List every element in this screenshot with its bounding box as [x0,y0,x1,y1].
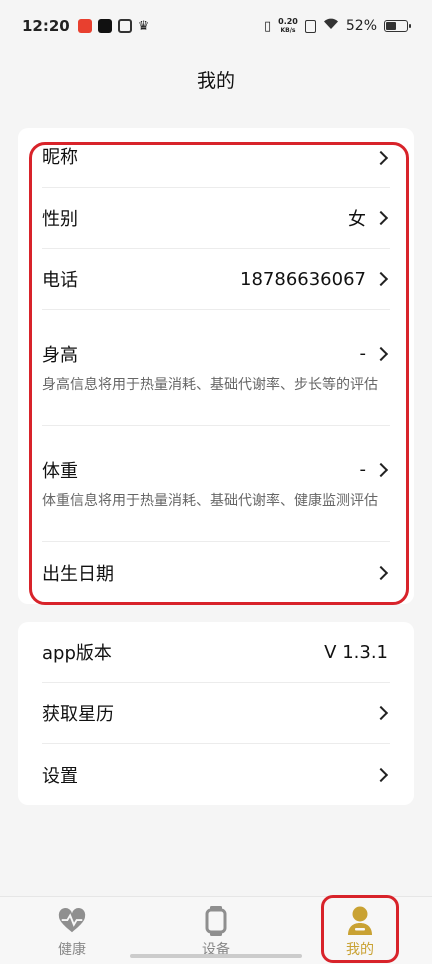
user-icon [346,906,374,935]
nav-label-mine: 我的 [346,942,374,958]
home-indicator [130,954,302,958]
chevron-right-icon [373,462,389,477]
nav-label-health: 健康 [58,942,86,958]
calendar-label: 获取星历 [42,704,114,725]
chevron-right-icon [373,150,389,165]
profile-card: 昵称 性别 女 电话 18786636067 身高 - 身高信息将用于热量消耗、… [18,128,414,604]
height-description: 身高信息将用于热量消耗、基础代谢率、步长等的评估 [42,376,378,393]
version-value: V 1.3.1 [324,641,388,663]
height-row[interactable]: 身高 - 身高信息将用于热量消耗、基础代谢率、步长等的评估 [42,310,390,426]
tiktok-icon [97,19,112,33]
gender-value: 女 [348,209,366,230]
chevron-right-icon [373,565,389,581]
app-info-card: app版本 V 1.3.1 获取星历 设置 [18,622,414,805]
bottom-nav: 健康 设备 我的 [0,895,432,964]
chevron-right-icon [373,705,389,721]
weight-description: 体重信息将用于热量消耗、基础代谢率、健康监测评估 [42,492,378,509]
phone-row[interactable]: 电话 18786636067 [42,249,390,310]
height-label: 身高 [42,344,78,366]
net-speed: 0.20 KB/s [278,16,298,35]
settings-label: 设置 [42,765,78,787]
battery-icon [384,20,411,32]
nav-item-mine[interactable]: 我的 [288,897,432,964]
birthday-row[interactable]: 出生日期 [42,542,390,604]
page-title: 我的 [196,70,235,92]
app-notification-icon [77,19,92,33]
heart-pulse-icon [58,907,86,935]
chevron-right-icon [373,271,389,287]
status-time: 12:20 [22,17,70,35]
crown-icon: ♛ [137,18,150,34]
phone-value: 18786636067 [240,268,366,290]
weight-label: 体重 [42,460,78,482]
gender-label: 性别 [42,209,78,230]
vibrate-icon: ▯ [263,18,272,34]
weight-value: - [359,459,367,480]
version-row: app版本 V 1.3.1 [42,622,390,683]
chevron-right-icon [373,767,389,782]
net-speed-unit: KB/s [280,26,296,34]
message-icon [117,19,132,33]
nickname-row[interactable]: 昵称 [42,128,390,188]
net-speed-value: 0.20 [278,16,298,26]
wifi-icon [323,18,339,34]
data-off-icon [304,19,316,33]
weight-row[interactable]: 体重 - 体重信息将用于热量消耗、基础代谢率、健康监测评估 [42,426,390,542]
nickname-label: 昵称 [42,146,78,168]
status-bar: 12:20 ♛ ▯ 0.20 KB/s 52% [0,0,432,52]
gender-row[interactable]: 性别 女 [42,188,390,249]
battery-percent: 52% [345,18,377,34]
birthday-label: 出生日期 [42,564,114,585]
height-value: - [359,343,367,364]
chevron-right-icon [373,346,389,361]
calendar-row[interactable]: 获取星历 [42,683,390,744]
nav-item-health[interactable]: 健康 [0,897,144,964]
chevron-right-icon [373,210,389,226]
phone-label: 电话 [42,270,78,291]
version-label: app版本 [42,643,112,664]
watch-icon [202,906,230,936]
settings-row[interactable]: 设置 [42,744,390,805]
